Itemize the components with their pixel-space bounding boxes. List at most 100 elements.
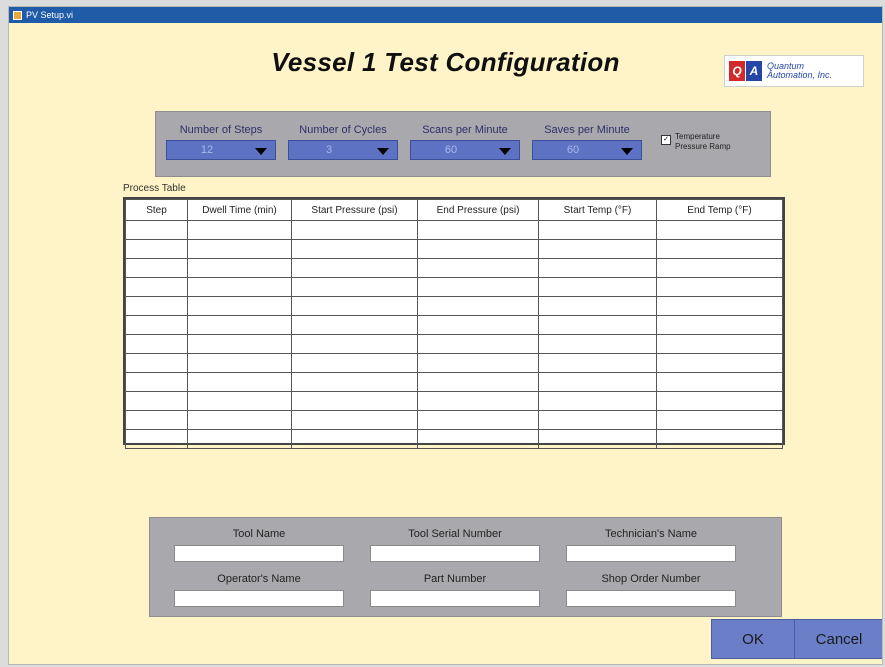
table-cell[interactable] bbox=[291, 410, 418, 430]
cycles-group: Number of Cycles 3 bbox=[288, 124, 398, 160]
title-bar[interactable]: PV Setup.vi bbox=[9, 7, 882, 23]
cancel-button[interactable]: Cancel bbox=[794, 619, 882, 659]
table-cell[interactable] bbox=[417, 239, 539, 259]
table-cell[interactable] bbox=[187, 239, 292, 259]
table-cell[interactable] bbox=[417, 277, 539, 297]
table-cell[interactable] bbox=[125, 220, 188, 240]
table-cell[interactable] bbox=[125, 353, 188, 373]
column-header-start-temp: Start Temp (°F) bbox=[538, 199, 657, 221]
saves-dropdown[interactable]: 60 bbox=[532, 140, 642, 160]
table-row bbox=[125, 410, 783, 430]
table-cell[interactable] bbox=[187, 391, 292, 411]
tool-serial-group: Tool Serial Number bbox=[370, 528, 540, 562]
table-cell[interactable] bbox=[187, 353, 292, 373]
ok-button[interactable]: OK bbox=[711, 619, 795, 659]
table-cell[interactable] bbox=[291, 258, 418, 278]
steps-label: Number of Steps bbox=[179, 124, 263, 136]
cycles-dropdown[interactable]: 3 bbox=[288, 140, 398, 160]
table-cell[interactable] bbox=[291, 220, 418, 240]
table-cell[interactable] bbox=[417, 410, 539, 430]
scans-dropdown[interactable]: 60 bbox=[410, 140, 520, 160]
saves-group: Saves per Minute 60 bbox=[532, 124, 642, 160]
table-cell[interactable] bbox=[187, 315, 292, 335]
table-cell[interactable] bbox=[291, 277, 418, 297]
table-cell[interactable] bbox=[187, 277, 292, 297]
table-cell[interactable] bbox=[656, 239, 783, 259]
table-cell[interactable] bbox=[417, 258, 539, 278]
table-cell[interactable] bbox=[187, 429, 292, 449]
tool-serial-number-input[interactable] bbox=[370, 545, 540, 562]
table-cell[interactable] bbox=[538, 429, 657, 449]
table-cell[interactable] bbox=[291, 429, 418, 449]
table-cell[interactable] bbox=[656, 353, 783, 373]
table-cell[interactable] bbox=[125, 315, 188, 335]
table-cell[interactable] bbox=[538, 220, 657, 240]
table-cell[interactable] bbox=[187, 372, 292, 392]
temperature-ramp-checkbox[interactable]: ✓ Temperature Pressure Ramp bbox=[661, 132, 731, 152]
table-cell[interactable] bbox=[656, 277, 783, 297]
table-cell[interactable] bbox=[417, 353, 539, 373]
table-cell[interactable] bbox=[417, 296, 539, 316]
app-window: PV Setup.vi Vessel 1 Test Configuration … bbox=[8, 6, 883, 665]
technician-name-input[interactable] bbox=[566, 545, 736, 562]
table-cell[interactable] bbox=[538, 258, 657, 278]
table-cell[interactable] bbox=[656, 391, 783, 411]
table-cell[interactable] bbox=[125, 410, 188, 430]
table-cell[interactable] bbox=[538, 391, 657, 411]
column-header-dwell-time: Dwell Time (min) bbox=[187, 199, 292, 221]
table-cell[interactable] bbox=[125, 258, 188, 278]
table-cell[interactable] bbox=[187, 258, 292, 278]
table-cell[interactable] bbox=[291, 391, 418, 411]
table-cell[interactable] bbox=[291, 353, 418, 373]
steps-dropdown[interactable]: 12 bbox=[166, 140, 276, 160]
table-cell[interactable] bbox=[125, 429, 188, 449]
table-cell[interactable] bbox=[656, 220, 783, 240]
part-number-input[interactable] bbox=[370, 590, 540, 607]
operator-name-input[interactable] bbox=[174, 590, 344, 607]
table-row bbox=[125, 391, 783, 411]
table-cell[interactable] bbox=[417, 391, 539, 411]
table-cell[interactable] bbox=[538, 410, 657, 430]
table-cell[interactable] bbox=[538, 296, 657, 316]
table-cell[interactable] bbox=[125, 372, 188, 392]
table-cell[interactable] bbox=[291, 296, 418, 316]
checkbox-check-icon[interactable]: ✓ bbox=[661, 135, 671, 145]
table-cell[interactable] bbox=[125, 277, 188, 297]
table-cell[interactable] bbox=[538, 239, 657, 259]
table-cell[interactable] bbox=[417, 334, 539, 354]
table-cell[interactable] bbox=[291, 334, 418, 354]
table-cell[interactable] bbox=[125, 391, 188, 411]
tool-name-input[interactable] bbox=[174, 545, 344, 562]
table-cell[interactable] bbox=[656, 334, 783, 354]
scans-label: Scans per Minute bbox=[422, 124, 508, 136]
table-cell[interactable] bbox=[656, 410, 783, 430]
shop-order-number-input[interactable] bbox=[566, 590, 736, 607]
table-cell[interactable] bbox=[538, 277, 657, 297]
shop-order-group: Shop Order Number bbox=[566, 573, 736, 607]
process-table[interactable]: Step Dwell Time (min) Start Pressure (ps… bbox=[123, 197, 785, 449]
table-cell[interactable] bbox=[417, 372, 539, 392]
part-number-label: Part Number bbox=[423, 573, 487, 585]
table-cell[interactable] bbox=[187, 410, 292, 430]
table-cell[interactable] bbox=[125, 296, 188, 316]
table-cell[interactable] bbox=[291, 315, 418, 335]
table-cell[interactable] bbox=[417, 429, 539, 449]
table-cell[interactable] bbox=[125, 239, 188, 259]
table-cell[interactable] bbox=[656, 296, 783, 316]
table-cell[interactable] bbox=[187, 334, 292, 354]
table-cell[interactable] bbox=[538, 372, 657, 392]
table-cell[interactable] bbox=[291, 239, 418, 259]
table-cell[interactable] bbox=[538, 334, 657, 354]
table-cell[interactable] bbox=[656, 315, 783, 335]
table-cell[interactable] bbox=[291, 372, 418, 392]
table-cell[interactable] bbox=[187, 296, 292, 316]
table-cell[interactable] bbox=[125, 334, 188, 354]
table-cell[interactable] bbox=[656, 429, 783, 449]
table-cell[interactable] bbox=[417, 220, 539, 240]
table-cell[interactable] bbox=[187, 220, 292, 240]
table-cell[interactable] bbox=[538, 315, 657, 335]
table-cell[interactable] bbox=[538, 353, 657, 373]
table-cell[interactable] bbox=[417, 315, 539, 335]
table-cell[interactable] bbox=[656, 258, 783, 278]
table-cell[interactable] bbox=[656, 372, 783, 392]
